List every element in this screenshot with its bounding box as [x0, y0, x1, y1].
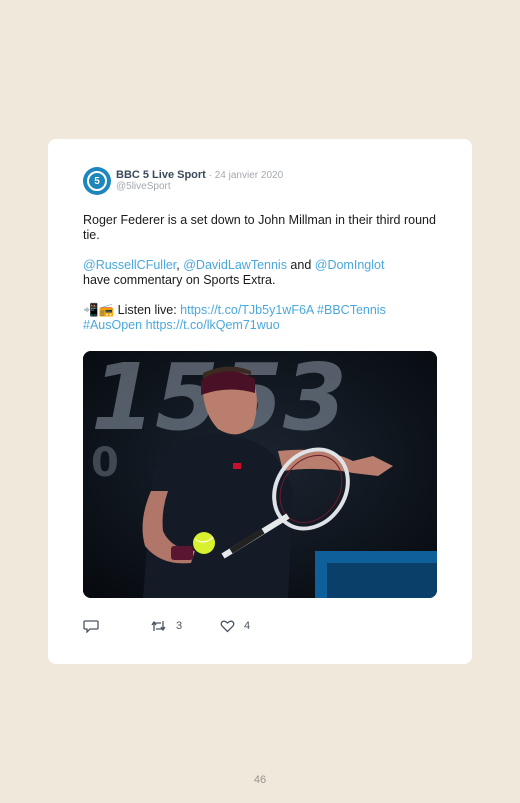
tweet-header: BBC 5 Live Sport · 24 janvier 2020 [116, 169, 283, 181]
tweet-date[interactable]: 24 janvier 2020 [215, 170, 283, 181]
author-avatar[interactable]: 5 [83, 167, 111, 195]
tweet-paragraph-1: Roger Federer is a set down to John Mill… [83, 213, 436, 242]
mention-link[interactable]: @DomInglot [315, 258, 385, 272]
like-count: 4 [244, 620, 251, 632]
reply-icon [83, 620, 99, 633]
hashtag-link[interactable]: #BBCTennis [317, 303, 386, 317]
header-separator: · [205, 170, 215, 181]
hashtag-link[interactable]: #AusOpen [83, 318, 142, 332]
commentary-text: have commentary on Sports Extra. [83, 273, 276, 287]
mention-link[interactable]: @DavidLawTennis [183, 258, 287, 272]
url-link[interactable]: https://t.co/lkQem71wuo [146, 318, 280, 332]
author-name[interactable]: BBC 5 Live Sport [116, 169, 206, 181]
retweet-button[interactable]: 3 [150, 619, 182, 633]
avatar-logo-text: 5 [94, 175, 100, 187]
retweet-count: 3 [176, 620, 183, 632]
tweet-paragraph-3: 📲📻 Listen live: https://t.co/TJb5y1wF6A … [83, 303, 443, 333]
tweet-text: Roger Federer is a set down to John Mill… [83, 213, 443, 348]
mention-link[interactable]: @RussellCFuller [83, 258, 176, 272]
svg-text:0: 0 [91, 440, 119, 486]
author-handle[interactable]: @5liveSport [116, 181, 171, 192]
tweet-photo[interactable]: 1553 0 [83, 351, 437, 598]
url-link[interactable]: https://t.co/TJb5y1wF6A [180, 303, 313, 317]
tweet-actions: 3 4 [83, 619, 443, 637]
retweet-icon [151, 620, 166, 632]
and-text: and [286, 258, 315, 272]
heart-icon [220, 620, 235, 633]
reply-button[interactable] [83, 619, 99, 633]
listen-live-label: Listen live: [114, 303, 181, 317]
page-number: 46 [253, 774, 267, 786]
tweet-card: 5 BBC 5 Live Sport · 24 janvier 2020 @5l… [48, 139, 472, 664]
tweet-paragraph-2: @RussellCFuller, @DavidLawTennis and @Do… [83, 258, 443, 288]
like-button[interactable]: 4 [220, 619, 250, 633]
tennis-player-photo: 1553 0 [83, 351, 437, 598]
phone-radio-emoji: 📲📻 [83, 303, 115, 317]
